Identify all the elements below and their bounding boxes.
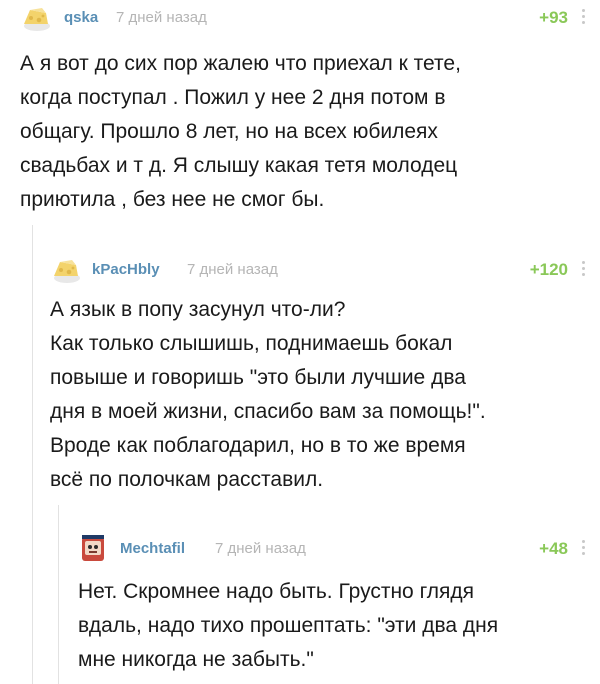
comment-header: qska 7 дней назад +93 xyxy=(20,2,590,36)
comment-time: 7 дней назад xyxy=(215,540,306,557)
robot-avatar-icon[interactable] xyxy=(78,533,108,563)
comment-rating: +93 xyxy=(539,8,568,27)
thread-line-level-1 xyxy=(32,225,33,684)
thread-line-level-2 xyxy=(58,505,59,684)
comment: Mechtafil 7 дней назад +48 Нет. Скромнее… xyxy=(78,533,590,683)
more-options-icon[interactable] xyxy=(578,537,588,559)
comment-rating: +120 xyxy=(529,260,568,279)
comment: qska 7 дней назад +93 А я вот до сих пор… xyxy=(20,2,590,222)
comment-rating: +48 xyxy=(539,539,568,558)
comment-text: А язык в попу засунул что-ли? Как только… xyxy=(50,298,486,491)
cheese-avatar-icon[interactable] xyxy=(20,2,52,34)
username[interactable]: qska xyxy=(64,9,98,26)
comment-time: 7 дней назад xyxy=(116,9,207,26)
username[interactable]: kPacHbly xyxy=(92,261,160,278)
cheese-avatar-icon[interactable] xyxy=(50,254,82,286)
comment-header: Mechtafil 7 дней назад +48 xyxy=(78,533,590,567)
comment-text: Нет. Скромнее надо быть. Грустно глядя в… xyxy=(78,580,499,671)
comment-text: А я вот до сих пор жалею что приехал к т… xyxy=(20,52,461,211)
more-options-icon[interactable] xyxy=(578,6,588,28)
comment-time: 7 дней назад xyxy=(187,261,278,278)
more-options-icon[interactable] xyxy=(578,258,588,280)
username[interactable]: Mechtafil xyxy=(120,540,185,557)
comment: kPacHbly 7 дней назад +120 А язык в попу… xyxy=(50,254,590,494)
comment-header: kPacHbly 7 дней назад +120 xyxy=(50,254,590,288)
